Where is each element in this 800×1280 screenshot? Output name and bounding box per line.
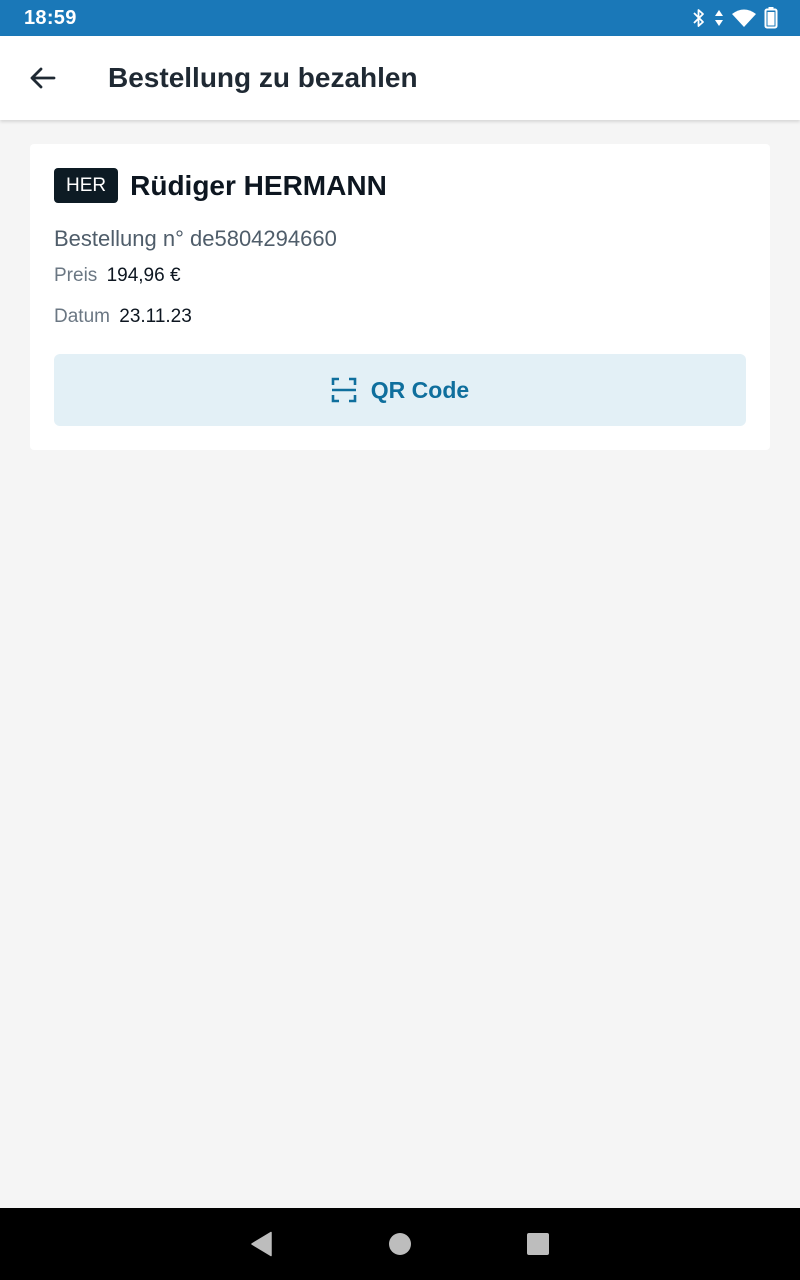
status-bar: 18:59 [0,0,800,36]
price-row: Preis 194,96 € [54,265,181,287]
home-circle-icon [389,1233,411,1255]
order-card-header: HER Rüdiger HERMANN [54,168,387,203]
price-value: 194,96 € [106,265,181,286]
nav-back-button[interactable] [248,1230,276,1258]
qr-code-button[interactable]: QR Code [54,354,746,426]
wifi-icon [732,9,756,27]
back-triangle-icon [251,1231,272,1257]
date-value: 23.11.23 [119,306,192,327]
date-row: Datum 23.11.23 [54,306,192,328]
order-number: Bestellung n° de5804294660 [54,226,337,251]
system-nav-bar [0,1208,800,1280]
status-icons [692,7,778,29]
order-card: HER Rüdiger HERMANN Bestellung n° de5804… [30,144,770,450]
qr-scan-icon [331,377,357,403]
app-bar: Bestellung zu bezahlen [0,36,800,120]
battery-icon [764,7,778,29]
recents-square-icon [527,1233,549,1255]
qr-code-label: QR Code [370,376,470,403]
price-label: Preis [54,265,98,286]
date-label: Datum [54,306,110,327]
status-time: 18:59 [24,6,77,29]
page-title: Bestellung zu bezahlen [108,62,418,93]
bluetooth-icon [693,9,704,27]
back-button[interactable] [0,36,84,120]
nav-recents-button[interactable] [524,1230,552,1258]
data-arrows-icon [715,10,723,26]
nav-home-button[interactable] [386,1230,414,1258]
customer-initials-badge: HER [54,168,119,203]
arrow-left-icon [30,67,56,89]
customer-name: Rüdiger HERMANN [130,169,387,201]
